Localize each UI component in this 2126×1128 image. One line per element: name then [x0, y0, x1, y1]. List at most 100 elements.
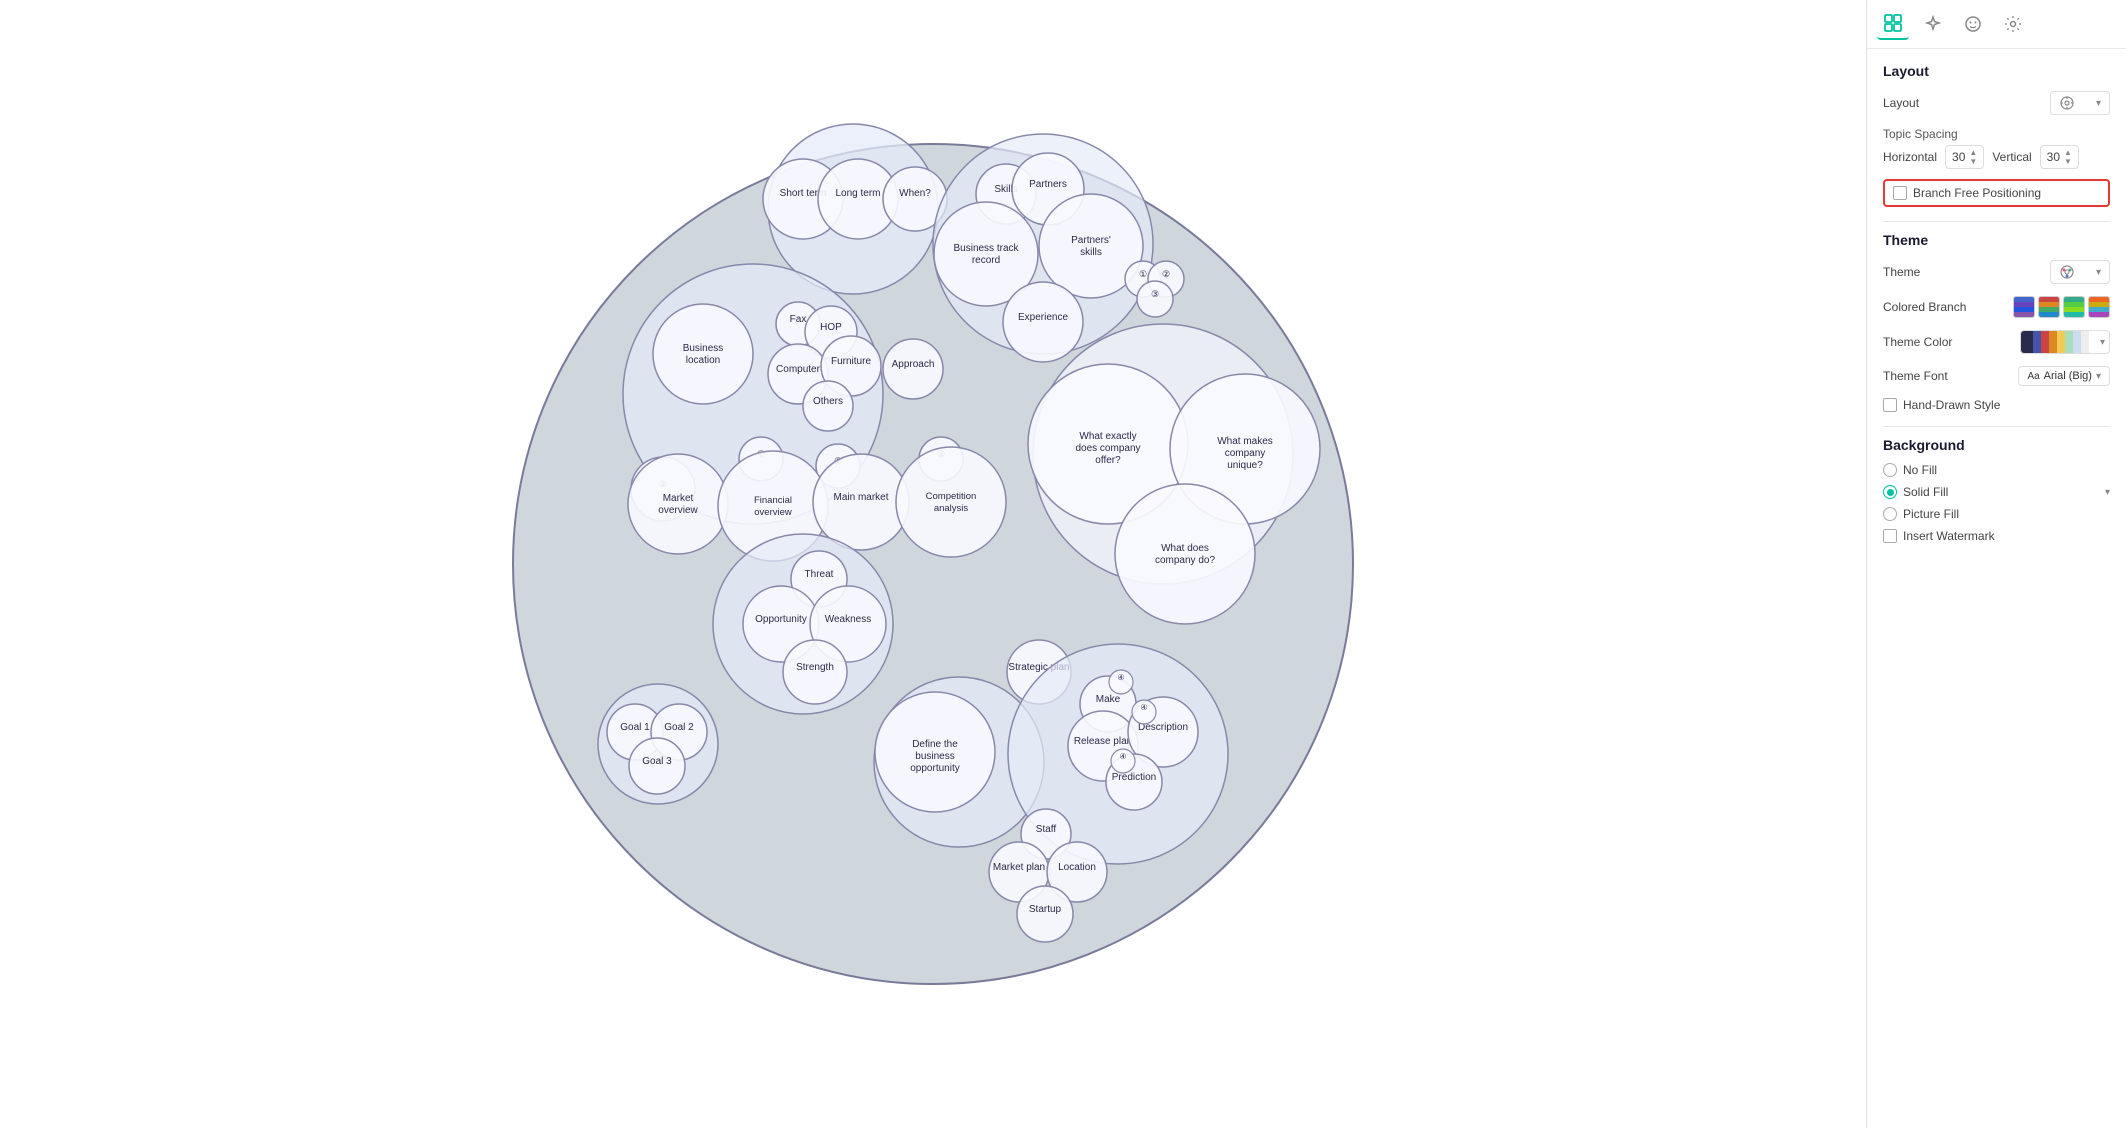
svg-text:Fax: Fax	[790, 314, 807, 325]
panel-tabs	[1867, 0, 2126, 49]
svg-text:Opportunity: Opportunity	[755, 614, 807, 625]
no-fill-radio[interactable]	[1883, 463, 1897, 477]
svg-text:unique?: unique?	[1227, 460, 1263, 471]
solid-fill-row: Solid Fill ▾	[1883, 485, 2110, 499]
svg-text:Location: Location	[1058, 862, 1096, 873]
solid-fill-label: Solid Fill	[1903, 485, 1948, 499]
theme-color-row: Theme Color ▾	[1883, 330, 2110, 354]
svg-text:location: location	[686, 355, 720, 366]
theme-color-chevron: ▾	[2096, 337, 2109, 348]
no-fill-row: No Fill	[1883, 463, 2110, 477]
swatch-4[interactable]	[2088, 296, 2110, 318]
layout-label: Layout	[1883, 96, 1919, 110]
hand-drawn-row: Hand-Drawn Style	[1883, 398, 2110, 412]
svg-text:Financial: Financial	[754, 495, 792, 506]
svg-text:Prediction: Prediction	[1112, 772, 1156, 783]
tab-ai-icon[interactable]	[1917, 8, 1949, 40]
svg-text:HOP: HOP	[820, 322, 842, 333]
svg-text:does company: does company	[1075, 443, 1140, 454]
no-fill-label: No Fill	[1903, 463, 1937, 477]
layout-dropdown-chevron: ▾	[2096, 98, 2101, 109]
theme-color-label: Theme Color	[1883, 335, 1952, 349]
svg-text:④: ④	[1119, 752, 1126, 761]
divider-1	[1883, 221, 2110, 222]
vertical-label: Vertical	[1992, 150, 2031, 164]
picture-fill-radio[interactable]	[1883, 507, 1897, 521]
vertical-input[interactable]: 30 ▲▼	[2040, 145, 2079, 169]
theme-font-chevron: ▾	[2096, 371, 2101, 382]
watermark-label: Insert Watermark	[1903, 529, 1995, 543]
vertical-value: 30	[2047, 150, 2060, 164]
mind-map-svg: Short term Long term When? Skills Partne…	[483, 114, 1383, 1014]
theme-control-row: Theme ▾	[1883, 260, 2110, 284]
svg-text:Weakness: Weakness	[825, 614, 872, 625]
theme-label: Theme	[1883, 265, 1920, 279]
svg-text:Experience: Experience	[1018, 312, 1068, 323]
svg-text:④: ④	[1117, 673, 1124, 682]
svg-text:Furniture: Furniture	[831, 356, 871, 367]
topic-spacing-label: Topic Spacing	[1883, 127, 2110, 141]
topic-spacing-row: Horizontal 30 ▲▼ Vertical 30 ▲▼	[1883, 145, 2110, 169]
svg-text:Long term: Long term	[835, 188, 880, 199]
svg-text:overview: overview	[658, 505, 698, 516]
swatch-2[interactable]	[2038, 296, 2060, 318]
swatch-1[interactable]	[2013, 296, 2035, 318]
theme-font-value: Arial (Big)	[2044, 370, 2092, 382]
layout-section-title: Layout	[1883, 63, 2110, 79]
theme-dropdown[interactable]: ▾	[2050, 260, 2110, 284]
color-swatches	[2013, 296, 2110, 318]
svg-text:offer?: offer?	[1095, 455, 1121, 466]
tab-settings-icon[interactable]	[1997, 8, 2029, 40]
svg-text:Main market: Main market	[833, 492, 888, 503]
svg-text:business: business	[915, 751, 954, 762]
vertical-spinner[interactable]: ▲▼	[2064, 148, 2072, 166]
svg-text:Startup: Startup	[1029, 904, 1062, 915]
svg-text:②: ②	[1162, 269, 1170, 279]
branch-free-row: Branch Free Positioning	[1883, 179, 2110, 207]
hand-drawn-label: Hand-Drawn Style	[1903, 398, 2000, 412]
canvas-area: Short term Long term When? Skills Partne…	[0, 0, 1866, 1128]
picture-fill-label: Picture Fill	[1903, 507, 1959, 521]
theme-color-dropdown[interactable]: ▾	[2020, 330, 2110, 354]
theme-font-row: Theme Font Aa Arial (Big) ▾	[1883, 366, 2110, 386]
svg-text:Threat: Threat	[805, 569, 834, 580]
theme-dropdown-chevron: ▾	[2096, 267, 2101, 278]
tab-face-icon[interactable]	[1957, 8, 1989, 40]
svg-text:Market plan: Market plan	[993, 862, 1045, 873]
right-panel: Layout Layout ▾ Topic Spacing Horizontal	[1866, 0, 2126, 1128]
layout-dropdown[interactable]: ▾	[2050, 91, 2110, 115]
svg-text:Partners: Partners	[1029, 179, 1067, 190]
svg-text:Competition: Competition	[926, 491, 977, 502]
tab-layout-icon[interactable]	[1877, 8, 1909, 40]
divider-2	[1883, 426, 2110, 427]
svg-text:What does: What does	[1161, 543, 1209, 554]
svg-text:opportunity: opportunity	[910, 763, 959, 774]
watermark-checkbox[interactable]	[1883, 529, 1897, 543]
swatch-3[interactable]	[2063, 296, 2085, 318]
branch-free-checkbox[interactable]	[1893, 186, 1907, 200]
svg-text:record: record	[972, 255, 1000, 266]
panel-content: Layout Layout ▾ Topic Spacing Horizontal	[1867, 49, 2126, 1128]
font-icon: Aa	[2027, 371, 2039, 382]
svg-text:company: company	[1225, 448, 1266, 459]
horizontal-spinner[interactable]: ▲▼	[1969, 148, 1977, 166]
layout-control-row: Layout ▾	[1883, 91, 2110, 115]
svg-text:Business track: Business track	[953, 243, 1019, 254]
theme-font-dropdown[interactable]: Aa Arial (Big) ▾	[2018, 366, 2110, 386]
horizontal-input[interactable]: 30 ▲▼	[1945, 145, 1984, 169]
svg-text:Goal 1: Goal 1	[620, 722, 650, 733]
svg-text:Computer: Computer	[776, 364, 821, 375]
svg-text:Goal 3: Goal 3	[642, 756, 672, 767]
mind-map-container: Short term Long term When? Skills Partne…	[483, 114, 1383, 1014]
svg-text:What exactly: What exactly	[1079, 431, 1136, 442]
hand-drawn-checkbox[interactable]	[1883, 398, 1897, 412]
svg-text:Define the: Define the	[912, 739, 958, 750]
solid-fill-radio[interactable]	[1883, 485, 1897, 499]
svg-text:Staff: Staff	[1036, 824, 1057, 835]
colored-branch-label: Colored Branch	[1883, 300, 1966, 314]
theme-font-label: Theme Font	[1883, 369, 1948, 383]
svg-text:④: ④	[1140, 703, 1147, 712]
svg-text:analysis: analysis	[934, 503, 969, 514]
branch-free-label: Branch Free Positioning	[1913, 186, 2041, 200]
svg-text:What makes: What makes	[1217, 436, 1273, 447]
